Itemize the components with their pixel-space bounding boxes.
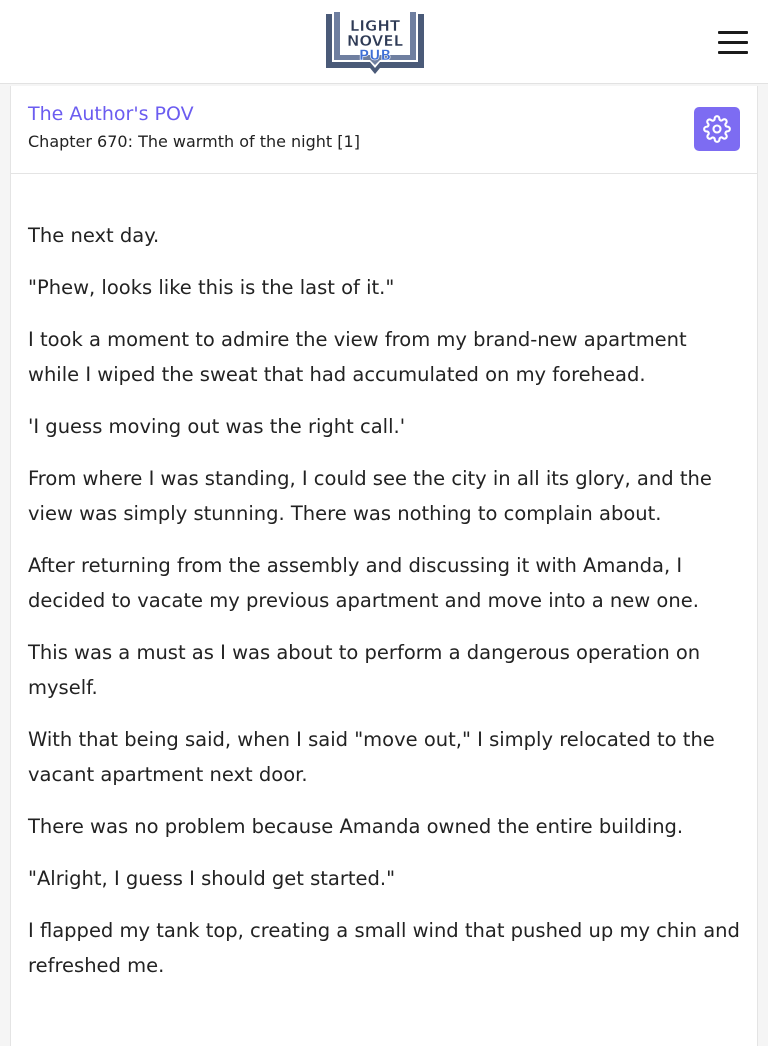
logo-text-pub: PUB bbox=[359, 48, 391, 64]
novel-title-link[interactable]: The Author's POV bbox=[28, 103, 194, 125]
paragraph: After returning from the assembly and di… bbox=[28, 554, 699, 612]
paragraph: "Alright, I guess I should get started." bbox=[28, 867, 396, 890]
paragraph: With that being said, when I said "move … bbox=[28, 728, 715, 786]
top-navbar: LIGHT NOVEL PUB bbox=[0, 0, 768, 84]
gear-icon bbox=[703, 115, 731, 143]
paragraph: The next day. bbox=[28, 224, 160, 247]
chapter-header: The Author's POV Chapter 670: The warmth… bbox=[11, 86, 757, 174]
paragraph: I took a moment to admire the view from … bbox=[28, 328, 687, 386]
hamburger-menu-icon[interactable] bbox=[716, 28, 750, 58]
chapter-content: The next day. "Phew, looks like this is … bbox=[28, 218, 743, 1000]
paragraph: From where I was standing, I could see t… bbox=[28, 467, 712, 525]
chapter-title: Chapter 670: The warmth of the night [1] bbox=[28, 132, 360, 151]
paragraph: I flapped my tank top, creating a small … bbox=[28, 919, 740, 977]
paragraph: There was no problem because Amanda owne… bbox=[28, 815, 684, 838]
paragraph: This was a must as I was about to perfor… bbox=[28, 641, 701, 699]
chapter-card: The Author's POV Chapter 670: The warmth… bbox=[10, 86, 758, 1046]
site-logo[interactable]: LIGHT NOVEL PUB bbox=[320, 8, 430, 76]
settings-button[interactable] bbox=[694, 107, 740, 151]
paragraph: "Phew, looks like this is the last of it… bbox=[28, 276, 395, 299]
paragraph: 'I guess moving out was the right call.' bbox=[28, 415, 406, 438]
